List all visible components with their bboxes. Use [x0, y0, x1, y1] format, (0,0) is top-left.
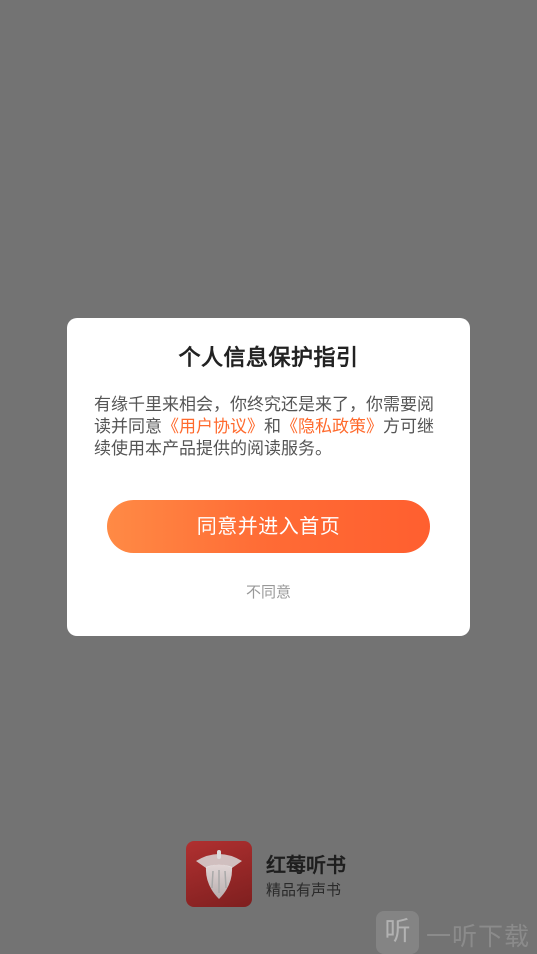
message-text-and: 和 [264, 417, 281, 437]
dialog-message: 有缘千里来相会，你终究还是来了，你需要阅读并同意《用户协议》和《隐私政策》方可继… [94, 394, 446, 460]
privacy-policy-link[interactable]: 《隐私政策》 [281, 417, 383, 437]
dialog-title: 个人信息保护指引 [178, 346, 359, 371]
watermark-text: 一听下载 [426, 922, 531, 951]
site-watermark: 听 一听下载 [376, 911, 537, 954]
agree-enter-home-button[interactable]: 同意并进入首页 [107, 500, 430, 553]
raspberry-logo-icon [186, 841, 252, 907]
brand-name: 红莓听书 [266, 853, 346, 877]
watermark-logo-icon: 听 [376, 911, 419, 954]
privacy-dialog: 个人信息保护指引 有缘千里来相会，你终究还是来了，你需要阅读并同意《用户协议》和… [67, 318, 470, 636]
user-agreement-link[interactable]: 《用户协议》 [162, 417, 264, 437]
disagree-button[interactable]: 不同意 [67, 581, 470, 602]
app-screen: 个人信息保护指引 有缘千里来相会，你终究还是来了，你需要阅读并同意《用户协议》和… [0, 0, 537, 954]
brand-slogan: 精品有声书 [266, 881, 342, 899]
